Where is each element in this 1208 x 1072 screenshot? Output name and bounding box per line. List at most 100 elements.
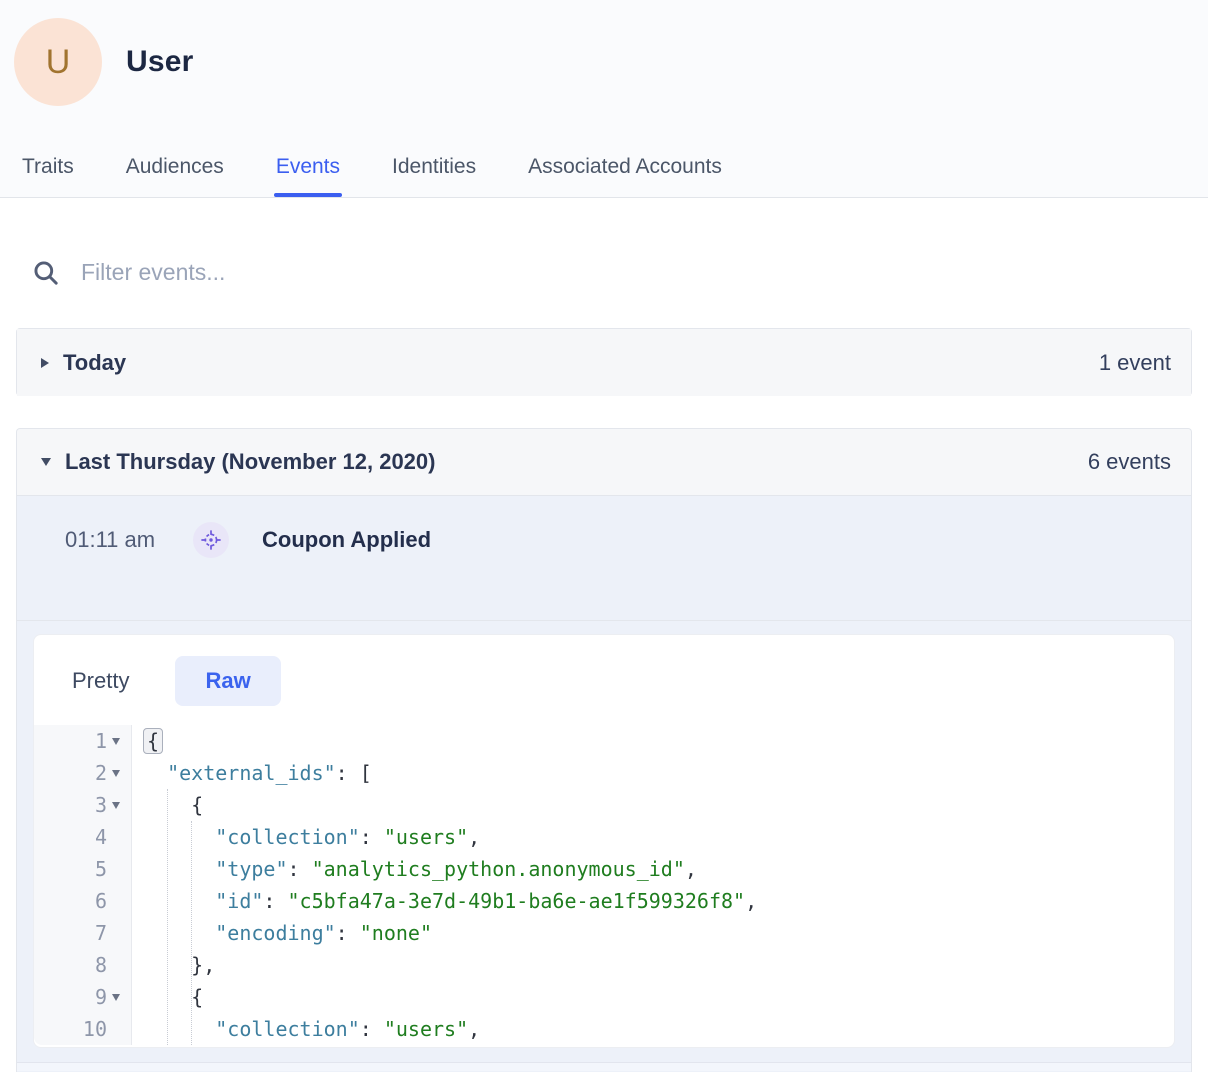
event-group-count: 6 events	[1088, 449, 1171, 475]
tab-events[interactable]: Events	[274, 141, 342, 197]
code-token	[143, 857, 215, 881]
code-line: {	[133, 981, 1174, 1013]
tab-label: Events	[276, 155, 340, 178]
code-token: {	[143, 728, 163, 754]
event-name: Coupon Applied	[262, 522, 431, 553]
line-number-gutter: 1 2 3 4 5 6 7 8 9 10	[34, 725, 132, 1045]
code-token	[143, 889, 215, 913]
gutter-line: 4	[34, 821, 131, 853]
profile-header: U User Traits Audiences Events Identities As…	[0, 0, 1208, 198]
fold-toggle-icon[interactable]	[112, 802, 120, 809]
tab-traits[interactable]: Traits	[20, 141, 76, 197]
event-group-last-thursday-header[interactable]: Last Thursday (November 12, 2020) 6 even…	[17, 429, 1191, 496]
code-token: :	[360, 1017, 384, 1041]
code-token: : [	[336, 761, 372, 785]
code-token: ,	[468, 1017, 480, 1041]
line-number: 7	[95, 921, 107, 945]
fold-slot	[107, 770, 125, 777]
code-line: {	[133, 789, 1174, 821]
viewer-tab-pretty[interactable]: Pretty	[72, 656, 129, 706]
code-token: {	[143, 985, 203, 1009]
fold-toggle-icon[interactable]	[112, 994, 120, 1001]
code-line: {	[133, 725, 1174, 757]
line-number: 5	[95, 857, 107, 881]
track-event-icon-badge	[193, 522, 229, 558]
caret-right-icon	[41, 358, 49, 368]
payload-view-toggle: Pretty Raw	[34, 635, 1174, 707]
next-event-row-partial	[17, 1063, 1191, 1071]
gutter-line: 10	[34, 1013, 131, 1045]
gutter-line: 2	[34, 757, 131, 789]
code-content: { "external_ids": [ { "collection": "use…	[133, 725, 1174, 1045]
code-token: "analytics_python.anonymous_id"	[312, 857, 685, 881]
code-token: "type"	[215, 857, 287, 881]
code-line: "collection": "users",	[133, 1013, 1174, 1045]
code-token: "users"	[384, 825, 468, 849]
code-line: },	[133, 949, 1174, 981]
event-row-coupon-applied[interactable]: 01:11 am Coupon Applied	[17, 496, 1191, 621]
gutter-line: 6	[34, 885, 131, 917]
code-token	[143, 761, 167, 785]
active-tab-underline	[274, 193, 342, 197]
code-line: "collection": "users",	[133, 821, 1174, 853]
track-target-icon	[201, 530, 221, 550]
tab-bar: Traits Audiences Events Identities Associate…	[0, 141, 724, 197]
code-token: "encoding"	[215, 921, 335, 945]
fold-toggle-icon[interactable]	[112, 738, 120, 745]
event-group-last-thursday: Last Thursday (November 12, 2020) 6 even…	[16, 428, 1192, 1072]
code-token: "id"	[215, 889, 263, 913]
code-token	[143, 825, 215, 849]
code-token: :	[288, 857, 312, 881]
code-token: "none"	[360, 921, 432, 945]
code-line: "external_ids": [	[133, 757, 1174, 789]
fold-slot	[107, 738, 125, 745]
line-number: 6	[95, 889, 107, 913]
gutter-line: 9	[34, 981, 131, 1013]
fold-slot	[107, 994, 125, 1001]
tab-label: Associated Accounts	[528, 155, 722, 178]
code-token: "collection"	[215, 1017, 360, 1041]
gutter-line: 5	[34, 853, 131, 885]
line-number: 1	[95, 729, 107, 753]
event-group-count: 1 event	[1099, 350, 1171, 376]
code-token	[143, 1017, 215, 1041]
tab-label: Identities	[392, 155, 476, 178]
gutter-line: 1	[34, 725, 131, 757]
code-token: ,	[745, 889, 757, 913]
viewer-tab-raw[interactable]: Raw	[175, 656, 280, 706]
line-number: 2	[95, 761, 107, 785]
event-group-title: Last Thursday (November 12, 2020)	[65, 449, 435, 475]
event-group-today-header[interactable]: Today 1 event	[17, 329, 1191, 396]
event-group-title: Today	[63, 350, 126, 376]
indent-guide	[167, 789, 168, 1045]
tab-associated-accounts[interactable]: Associated Accounts	[526, 141, 724, 197]
code-token	[143, 921, 215, 945]
code-token: :	[360, 825, 384, 849]
event-group-today: Today 1 event	[16, 328, 1192, 396]
code-token: "c5bfa47a-3e7d-49b1-ba6e-ae1f599326f8"	[288, 889, 746, 913]
user-row: U User	[0, 0, 1208, 106]
tab-audiences[interactable]: Audiences	[124, 141, 226, 197]
tab-identities[interactable]: Identities	[390, 141, 478, 197]
filter-events-input[interactable]	[81, 259, 881, 286]
line-number: 8	[95, 953, 107, 977]
gutter-line: 3	[34, 789, 131, 821]
avatar-initial: U	[46, 43, 71, 82]
code-token: "collection"	[215, 825, 360, 849]
indent-guide	[191, 821, 192, 1045]
line-number: 4	[95, 825, 107, 849]
code-token: :	[336, 921, 360, 945]
line-number: 10	[83, 1017, 107, 1041]
gutter-line: 8	[34, 949, 131, 981]
tab-label: Traits	[22, 155, 74, 178]
code-token: ,	[468, 825, 480, 849]
payload-viewer-card: Pretty Raw 1 2 3 4 5 6 7 8 9 10 { "external_ids": …	[33, 634, 1175, 1048]
fold-toggle-icon[interactable]	[112, 770, 120, 777]
page-title: User	[126, 45, 194, 79]
code-token: },	[143, 953, 215, 977]
search-icon	[32, 259, 59, 286]
filter-row	[0, 252, 1208, 292]
line-number: 9	[95, 985, 107, 1009]
code-line: "id": "c5bfa47a-3e7d-49b1-ba6e-ae1f59932…	[133, 885, 1174, 917]
avatar: U	[14, 18, 102, 106]
